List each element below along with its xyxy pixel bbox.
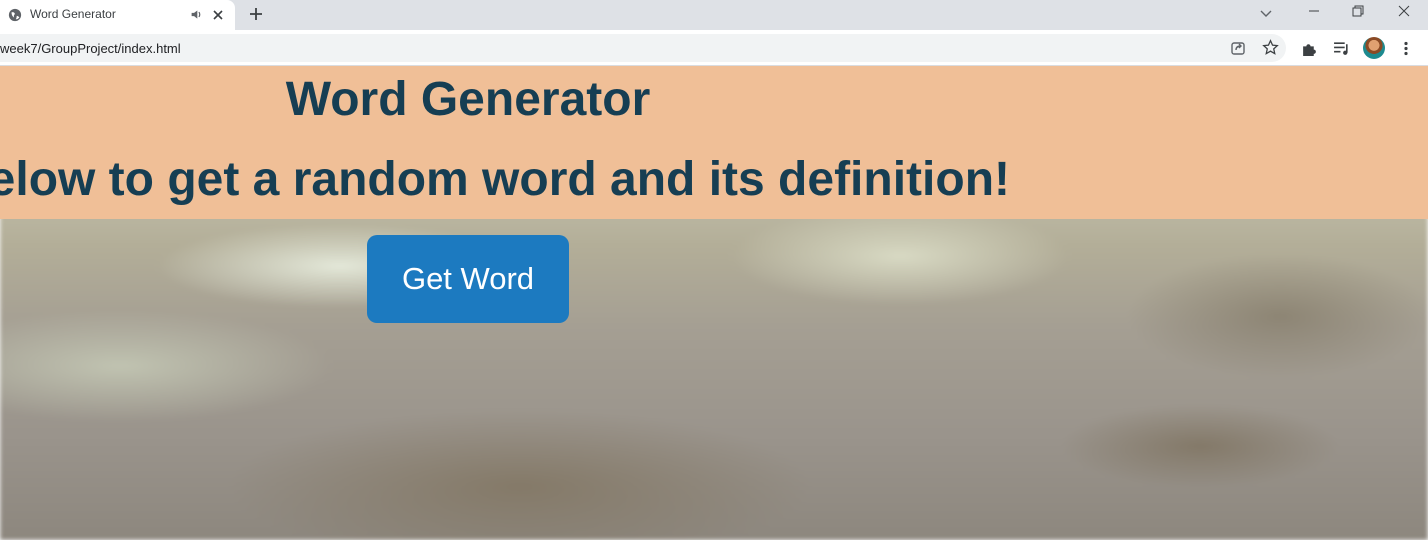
- puzzle-icon[interactable]: [1301, 40, 1318, 57]
- tab-strip: Word Generator: [0, 0, 1428, 30]
- media-queue-icon[interactable]: [1333, 40, 1350, 57]
- address-bar[interactable]: week7/GroupProject/index.html: [0, 34, 1286, 62]
- browser-toolbar: week7/GroupProject/index.html: [0, 30, 1428, 66]
- close-icon[interactable]: [210, 7, 226, 23]
- chevron-down-icon[interactable]: [1258, 5, 1274, 21]
- plus-icon[interactable]: [246, 4, 266, 24]
- speaker-icon[interactable]: [190, 8, 203, 21]
- get-word-button[interactable]: Get Word: [367, 235, 569, 323]
- page-header: Word Generator ck below to get a random …: [0, 66, 1428, 219]
- page-subtitle: ck below to get a random word and its de…: [0, 153, 1010, 206]
- share-icon[interactable]: [1230, 40, 1246, 56]
- url-text[interactable]: week7/GroupProject/index.html: [0, 41, 181, 56]
- restore-icon[interactable]: [1350, 3, 1366, 19]
- avatar[interactable]: [1363, 37, 1385, 59]
- page-title: Word Generator: [285, 73, 651, 126]
- page-viewport: Word Generator ck below to get a random …: [0, 66, 1428, 540]
- more-vert-icon[interactable]: [1398, 40, 1414, 57]
- tab-word-generator[interactable]: Word Generator: [0, 0, 235, 30]
- window-close-icon[interactable]: [1396, 3, 1412, 19]
- globe-icon: [8, 8, 22, 22]
- minimize-icon[interactable]: [1304, 3, 1324, 19]
- tab-title: Word Generator: [30, 7, 116, 21]
- star-icon[interactable]: [1262, 39, 1279, 56]
